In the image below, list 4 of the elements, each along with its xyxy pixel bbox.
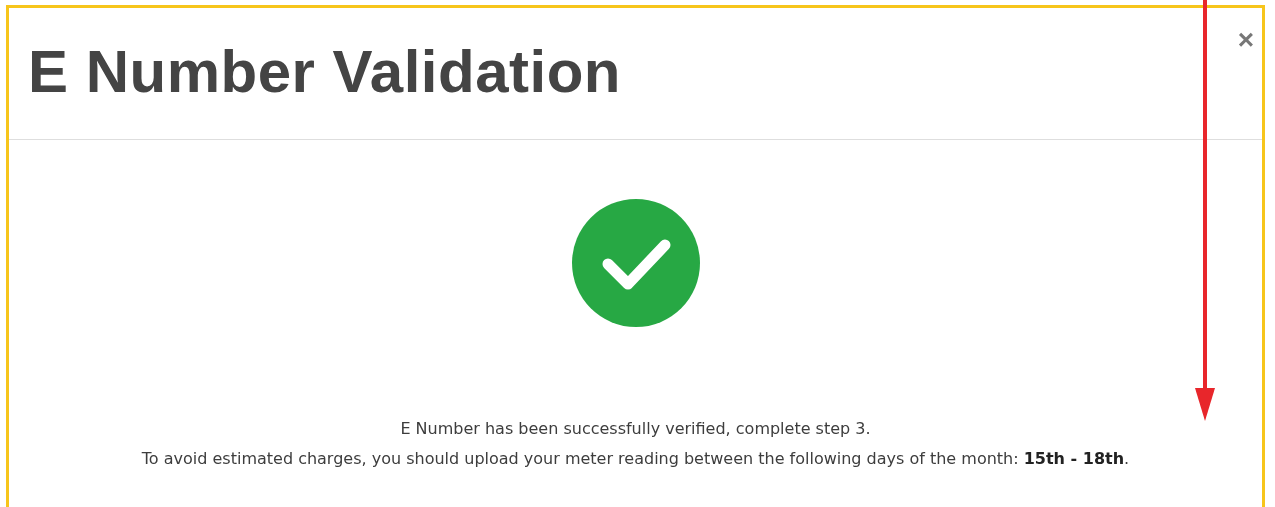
dialog-title: E Number Validation <box>28 37 621 107</box>
message-text: To avoid estimated charges, you should upload your meter reading between the following days of the month: 15th - 18th. <box>141 448 1130 470</box>
message-text: E Number has been successfully verified, complete step 3. <box>399 418 872 440</box>
close-button[interactable]: × <box>1233 26 1258 54</box>
